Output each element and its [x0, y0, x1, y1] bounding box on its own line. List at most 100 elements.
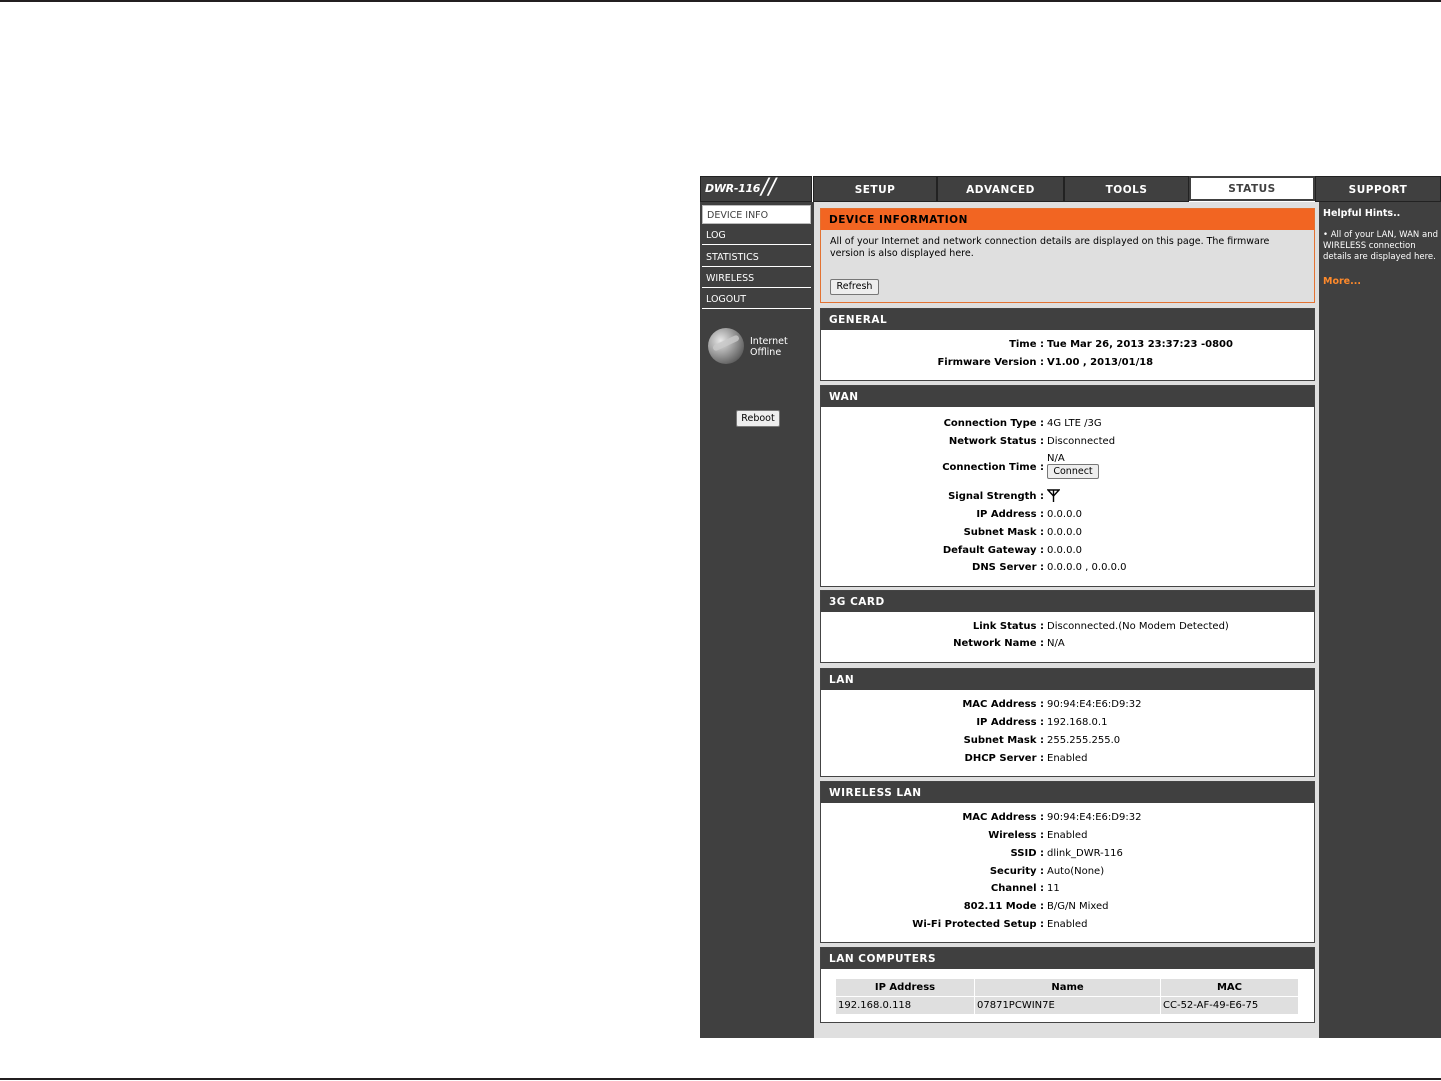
general-title: GENERAL — [821, 309, 1314, 330]
wlan-mac-row: MAC Address : 90:94:E4:E6:D9:32 — [821, 810, 1314, 826]
wan-subnet-label: Subnet Mask : — [963, 527, 1044, 538]
header-name: Name — [974, 978, 1161, 997]
ssid-value: dlink_DWR-116 — [1047, 848, 1123, 859]
sidebar-item-logout[interactable]: LOGOUT — [702, 290, 811, 309]
signal-antenna-icon — [1046, 489, 1061, 509]
link-status-value: Disconnected.(No Modem Detected) — [1047, 621, 1229, 632]
router-status-page: DWR-116 // SETUP ADVANCED TOOLS STATUS S… — [700, 175, 1441, 1038]
device-information-title: DEVICE INFORMATION — [821, 209, 1314, 230]
wireless-lan-panel: WIRELESS LAN MAC Address : 90:94:E4:E6:D… — [820, 781, 1315, 943]
lan-title: LAN — [821, 669, 1314, 690]
lan-subnet-value: 255.255.255.0 — [1047, 735, 1121, 746]
internet-offline-label: Offline — [750, 347, 782, 358]
connection-type-value: 4G LTE /3G — [1047, 418, 1102, 429]
connect-button[interactable]: Connect — [1047, 464, 1099, 479]
security-label: Security : — [989, 866, 1044, 877]
security-value: Auto(None) — [1047, 866, 1105, 877]
cell-name: 07871PCWIN7E — [974, 996, 1161, 1015]
lan-ip-row: IP Address : 192.168.0.1 — [821, 715, 1314, 731]
refresh-button[interactable]: Refresh — [830, 279, 879, 295]
sidebar-item-wireless[interactable]: WIRELESS — [702, 269, 811, 288]
tab-setup[interactable]: SETUP — [813, 176, 937, 202]
table-header-row: IP Address Name MAC — [835, 978, 1299, 997]
sidebar-item-log[interactable]: LOG — [702, 226, 811, 245]
wireless-lan-title: WIRELESS LAN — [821, 782, 1314, 803]
tab-status[interactable]: STATUS — [1189, 176, 1315, 201]
network-status-value: Disconnected — [1047, 436, 1116, 447]
internet-label: Internet — [750, 336, 788, 347]
wan-ip-row: IP Address : 0.0.0.0 — [821, 507, 1314, 523]
network-name-label: Network Name : — [953, 638, 1044, 649]
cell-mac: CC-52-AF-49-E6-75 — [1160, 996, 1299, 1015]
main-content: DEVICE INFORMATION All of your Internet … — [814, 202, 1319, 1038]
wps-value: Enabled — [1047, 919, 1088, 930]
helpful-hints-title: Helpful Hints.. — [1323, 208, 1401, 219]
dns-server-label: DNS Server : — [972, 562, 1044, 573]
lan-computers-table: IP Address Name MAC 192.168.0.118 07871P… — [835, 978, 1299, 1015]
connection-type-row: Connection Type : 4G LTE /3G — [821, 416, 1314, 432]
lan-mac-row: MAC Address : 90:94:E4:E6:D9:32 — [821, 697, 1314, 713]
model-logo: DWR-116 // — [700, 175, 812, 202]
3g-card-title: 3G CARD — [821, 591, 1314, 612]
default-gateway-label: Default Gateway : — [942, 545, 1044, 556]
helpful-hints-text: • All of your LAN, WAN and WIRELESS conn… — [1323, 230, 1438, 262]
device-information-panel: DEVICE INFORMATION All of your Internet … — [820, 208, 1315, 303]
globe-icon — [708, 328, 744, 364]
sidebar-item-device-info[interactable]: DEVICE INFO — [702, 205, 811, 224]
tab-advanced[interactable]: ADVANCED — [937, 176, 1064, 202]
dns-server-row: DNS Server : 0.0.0.0 , 0.0.0.0 — [821, 560, 1314, 576]
wireless-row: Wireless : Enabled — [821, 828, 1314, 844]
time-value: Tue Mar 26, 2013 23:37:23 -0800 — [1047, 339, 1233, 350]
network-status-label: Network Status : — [948, 436, 1044, 447]
network-name-row: Network Name : N/A — [821, 636, 1314, 652]
mode-row: 802.11 Mode : B/G/N Mixed — [821, 899, 1314, 915]
more-link[interactable]: More... — [1323, 276, 1361, 287]
firmware-row: Firmware Version : V1.00 , 2013/01/18 — [821, 355, 1314, 371]
dhcp-server-label: DHCP Server : — [964, 753, 1044, 764]
mode-label: 802.11 Mode : — [963, 901, 1044, 912]
lan-mac-label: MAC Address : — [962, 699, 1044, 710]
signal-strength-label: Signal Strength : — [948, 491, 1044, 502]
default-gateway-value: 0.0.0.0 — [1047, 545, 1082, 556]
tab-support[interactable]: SUPPORT — [1315, 176, 1441, 202]
wireless-value: Enabled — [1047, 830, 1088, 841]
wlan-mac-value: 90:94:E4:E6:D9:32 — [1047, 812, 1142, 823]
table-row: 192.168.0.118 07871PCWIN7E CC-52-AF-49-E… — [835, 996, 1299, 1015]
top-rule — [0, 0, 1441, 2]
header-ip-address: IP Address — [835, 978, 975, 997]
time-label: Time : — [1009, 339, 1044, 350]
wan-subnet-value: 0.0.0.0 — [1047, 527, 1082, 538]
wan-ip-label: IP Address : — [976, 509, 1044, 520]
wireless-label: Wireless : — [988, 830, 1044, 841]
reboot-button[interactable]: Reboot — [736, 410, 780, 427]
sidebar-item-statistics[interactable]: STATISTICS — [702, 248, 811, 267]
firmware-value: V1.00 , 2013/01/18 — [1047, 357, 1154, 368]
channel-value: 11 — [1047, 883, 1060, 894]
wan-panel: WAN Connection Type : 4G LTE /3G Network… — [820, 385, 1315, 587]
channel-row: Channel : 11 — [821, 881, 1314, 897]
device-information-text: All of your Internet and network connect… — [830, 236, 1270, 259]
model-name: DWR-116 — [705, 182, 761, 195]
default-gateway-row: Default Gateway : 0.0.0.0 — [821, 543, 1314, 559]
logo-slashes-icon: // — [761, 175, 776, 200]
cell-ip-address: 192.168.0.118 — [835, 996, 975, 1015]
wlan-mac-label: MAC Address : — [962, 812, 1044, 823]
internet-status: Internet Offline — [750, 336, 788, 358]
lan-subnet-label: Subnet Mask : — [963, 735, 1044, 746]
general-panel: GENERAL Time : Tue Mar 26, 2013 23:37:23… — [820, 308, 1315, 381]
lan-subnet-row: Subnet Mask : 255.255.255.0 — [821, 733, 1314, 749]
link-status-label: Link Status : — [972, 621, 1044, 632]
wps-label: Wi-Fi Protected Setup : — [912, 919, 1044, 930]
wan-ip-value: 0.0.0.0 — [1047, 509, 1082, 520]
lan-panel: LAN MAC Address : 90:94:E4:E6:D9:32 IP A… — [820, 668, 1315, 777]
tab-tools[interactable]: TOOLS — [1064, 176, 1189, 202]
wan-title: WAN — [821, 386, 1314, 407]
lan-computers-panel: LAN COMPUTERS IP Address Name MAC 192.16… — [820, 947, 1315, 1023]
wps-row: Wi-Fi Protected Setup : Enabled — [821, 917, 1314, 933]
connection-type-label: Connection Type : — [943, 418, 1044, 429]
wan-subnet-row: Subnet Mask : 0.0.0.0 — [821, 525, 1314, 541]
dhcp-server-value: Enabled — [1047, 753, 1088, 764]
lan-ip-label: IP Address : — [976, 717, 1044, 728]
firmware-label: Firmware Version : — [937, 357, 1044, 368]
dns-server-value: 0.0.0.0 , 0.0.0.0 — [1047, 562, 1127, 573]
